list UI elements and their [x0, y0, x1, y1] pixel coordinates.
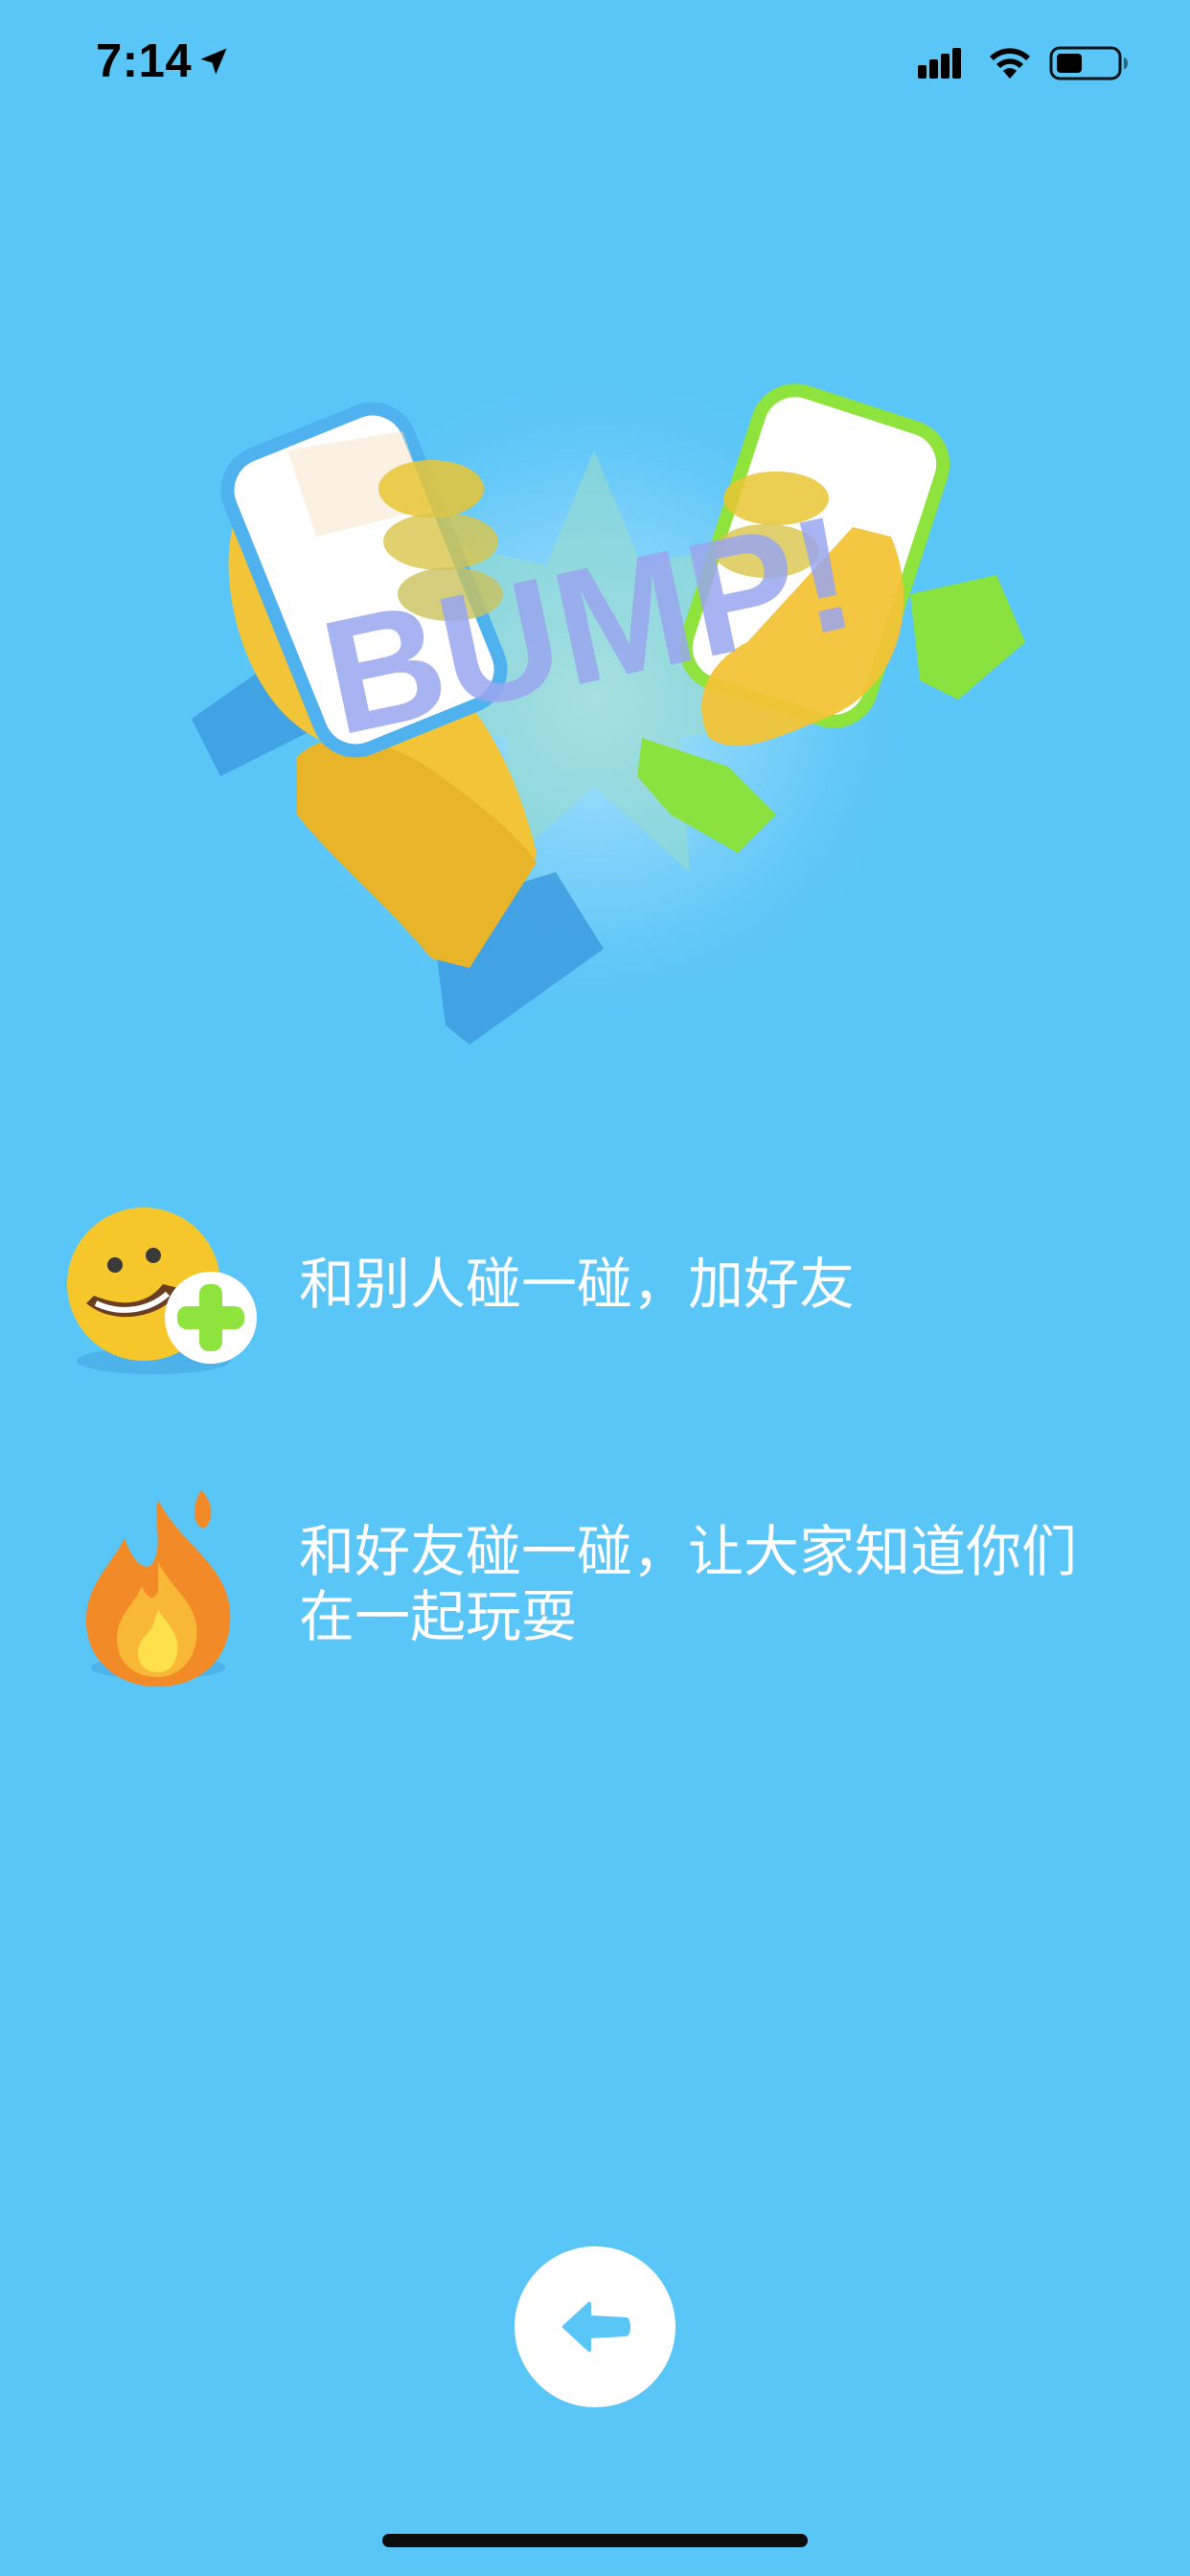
feature-hangout-text-line1: 和好友碰一碰，让大家知道你们 — [299, 1519, 1078, 1584]
feature-add-friend: 和别人碰一碰，加好友 — [0, 1198, 1190, 1390]
feature-hangout-text-line2: 在一起玩耍 — [299, 1584, 578, 1649]
battery-icon — [1049, 46, 1128, 80]
smiley-plus-icon — [67, 1208, 257, 1374]
location-arrow-icon — [200, 48, 227, 75]
cellular-signal-icon — [918, 48, 961, 79]
feature-hangout-text: 和好友碰一碰，让大家知道你们 在一起玩耍 — [299, 1519, 1142, 1649]
fire-icon — [85, 1490, 231, 1687]
back-button[interactable] — [515, 2246, 675, 2407]
status-time: 7:14 — [96, 35, 193, 87]
feature-add-friend-text: 和别人碰一碰，加好友 — [299, 1252, 856, 1317]
hands-bumping-phones-illustration: BUMP! — [192, 364, 1025, 1045]
status-bar: 7:14 — [0, 0, 1190, 129]
home-indicator[interactable] — [382, 2534, 808, 2547]
arrow-left-icon — [562, 2302, 630, 2352]
wifi-icon — [990, 48, 1030, 79]
feature-hangout: 和好友碰一碰，让大家知道你们 在一起玩耍 — [0, 1481, 1190, 1701]
